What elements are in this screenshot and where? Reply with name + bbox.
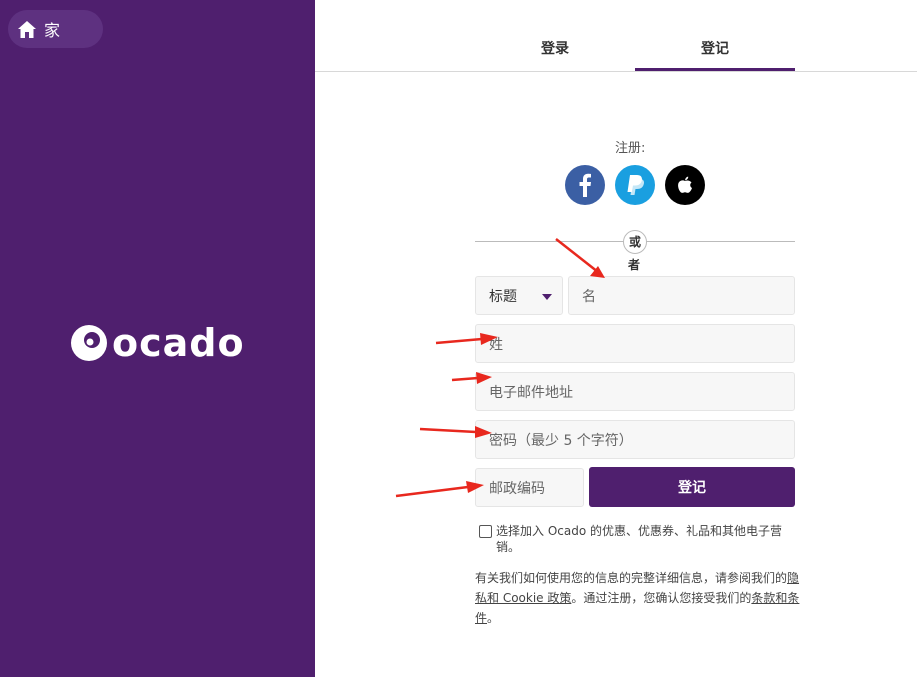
signup-panel: 登录 登记 注册: 或 者 标题 名 姓 电子邮件地址 密码（最少 5 个字符）… (315, 0, 917, 677)
apple-icon (678, 176, 692, 193)
legal-text-3: 。 (487, 611, 500, 625)
password-field[interactable]: 密码（最少 5 个字符） (475, 420, 795, 459)
ocado-logo-mark-icon (71, 325, 107, 361)
home-button[interactable]: 家 (8, 10, 103, 48)
marketing-optin: 选择加入 Ocado 的优惠、优惠券、礼品和其他电子营销。 (479, 523, 789, 555)
or-badge-second-char: 者 (628, 258, 641, 272)
postcode-field[interactable]: 邮政编码 (475, 468, 584, 507)
ocado-logo-text: ocado (112, 321, 245, 365)
title-select[interactable]: 标题 (475, 276, 563, 315)
home-label: 家 (44, 21, 61, 40)
title-select-value: 标题 (489, 288, 517, 305)
auth-tabs: 登录 登记 (315, 0, 917, 72)
last-name-field[interactable]: 姓 (475, 324, 795, 363)
last-name-placeholder: 姓 (489, 336, 503, 353)
register-submit-button[interactable]: 登记 (589, 467, 795, 507)
postcode-placeholder: 邮政编码 (489, 480, 545, 497)
first-name-field[interactable]: 名 (568, 276, 795, 315)
password-placeholder: 密码（最少 5 个字符） (489, 432, 633, 449)
apple-signup-button[interactable] (665, 165, 705, 205)
social-signup-label: 注册: (615, 141, 646, 156)
email-placeholder: 电子邮件地址 (489, 384, 573, 401)
or-badge: 或 (623, 230, 647, 254)
facebook-signup-button[interactable] (565, 165, 605, 205)
ocado-logo: ocado (70, 323, 245, 363)
tab-register[interactable]: 登记 (701, 38, 729, 58)
tab-login[interactable]: 登录 (541, 38, 569, 58)
brand-panel: 家 ocado (0, 0, 315, 677)
home-icon (18, 20, 36, 38)
facebook-icon (579, 173, 591, 197)
legal-text-2: 。通过注册，您确认您接受我们的 (571, 591, 752, 605)
active-tab-indicator (635, 68, 795, 71)
marketing-optin-label: 选择加入 Ocado 的优惠、优惠券、礼品和其他电子营销。 (496, 524, 782, 554)
paypal-icon (627, 175, 645, 195)
legal-text-1: 有关我们如何使用您的信息的完整详细信息，请参阅我们的 (475, 571, 788, 585)
chevron-down-icon (542, 294, 552, 300)
marketing-optin-checkbox[interactable] (479, 525, 492, 538)
first-name-placeholder: 名 (582, 288, 596, 305)
email-field[interactable]: 电子邮件地址 (475, 372, 795, 411)
paypal-signup-button[interactable] (615, 165, 655, 205)
legal-notice: 有关我们如何使用您的信息的完整详细信息，请参阅我们的隐私和 Cookie 政策。… (475, 568, 800, 628)
